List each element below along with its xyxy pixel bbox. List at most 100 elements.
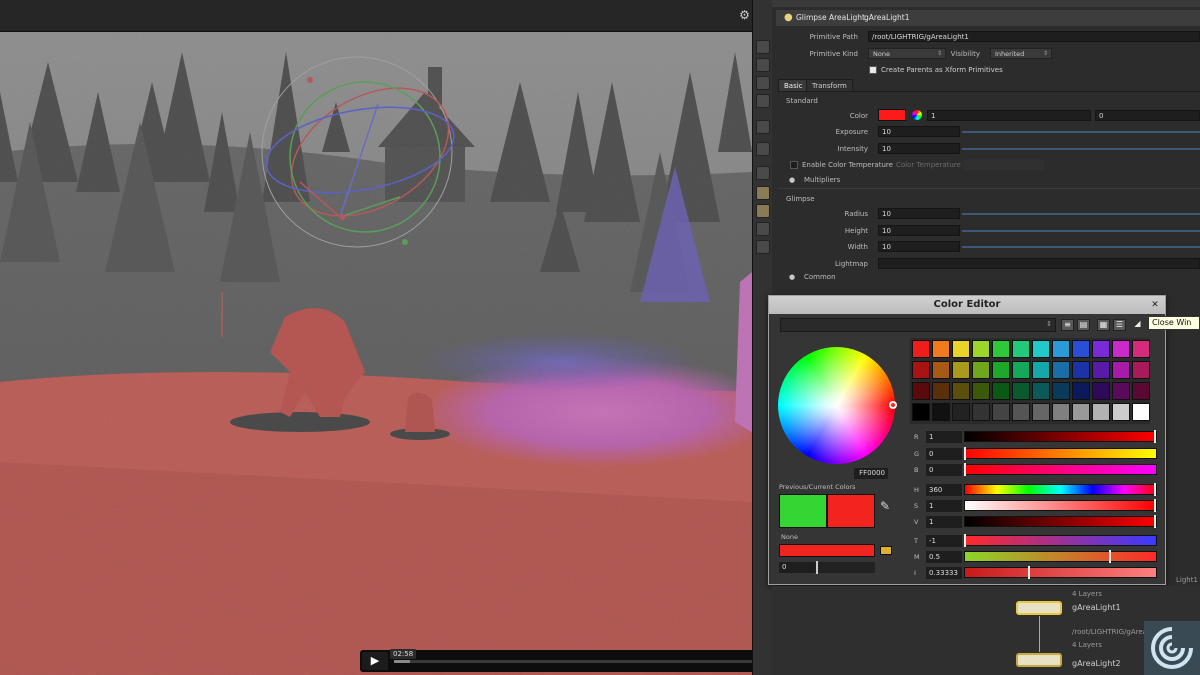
visibility-dropdown[interactable]: Inherited ⇕ (990, 48, 1052, 59)
palette-swatch[interactable] (952, 340, 970, 358)
height-slider[interactable] (962, 230, 1200, 232)
hex-field[interactable]: FF0000 (854, 468, 888, 479)
enable-temp-checkbox[interactable] (790, 161, 798, 169)
channel-slider-g[interactable] (964, 448, 1157, 459)
channel-field-s[interactable]: 1 (926, 500, 962, 512)
palette-select[interactable]: ⇕ (780, 318, 1056, 332)
color-wheel[interactable] (778, 347, 895, 464)
rendered-scene[interactable] (0, 32, 752, 675)
radius-slider[interactable] (962, 213, 1200, 215)
progress-track[interactable] (394, 660, 752, 663)
list-view-icon[interactable]: ≡ (1061, 319, 1074, 331)
bars-view-icon[interactable]: ☰ (1113, 319, 1126, 331)
height-field[interactable]: 10 (878, 225, 960, 236)
primitive-path-field[interactable]: /root/LIGHTRIG/gAreaLight1 (868, 31, 1200, 42)
palette-swatch[interactable] (1132, 361, 1150, 379)
exposure-field[interactable]: 10 (878, 126, 960, 137)
color-swatch[interactable] (878, 109, 906, 121)
palette-swatch[interactable] (1032, 340, 1050, 358)
palette-swatch[interactable] (992, 403, 1010, 421)
channel-field-h[interactable]: 360 (926, 484, 962, 496)
alpha-field[interactable]: 0 (779, 562, 815, 573)
palette-swatch[interactable] (1012, 340, 1030, 358)
palette-swatch[interactable] (992, 382, 1010, 400)
tab-transform[interactable]: Transform (806, 79, 853, 91)
expand-icon[interactable]: ● (789, 273, 795, 281)
color-editor-title[interactable]: Color Editor (769, 296, 1165, 314)
palette-swatch[interactable] (912, 361, 930, 379)
palette-swatch[interactable] (972, 361, 990, 379)
palette-swatch[interactable] (1092, 382, 1110, 400)
lightmap-field[interactable] (878, 258, 1200, 269)
tool-button[interactable] (756, 186, 770, 200)
color-r-field[interactable]: 1 (927, 110, 1091, 121)
primitive-kind-dropdown[interactable]: None ⇕ (868, 48, 946, 59)
palette-swatch[interactable] (1092, 340, 1110, 358)
eyedropper-icon[interactable]: ✎ (880, 499, 890, 513)
node-gAreaLight2[interactable] (1016, 653, 1062, 667)
triangle-icon[interactable]: ◢ (1131, 319, 1144, 331)
channel-knob-r[interactable] (1154, 430, 1156, 443)
channel-slider-s[interactable] (964, 500, 1157, 511)
palette-swatch[interactable] (952, 403, 970, 421)
tool-button[interactable] (756, 58, 770, 72)
palette-swatch[interactable] (1032, 361, 1050, 379)
multipliers-label[interactable]: Multipliers (804, 176, 840, 184)
channel-slider-r[interactable] (964, 431, 1157, 442)
create-parents-checkbox[interactable] (869, 66, 877, 74)
channel-field-r[interactable]: 1 (926, 431, 962, 443)
palette-swatch[interactable] (1072, 382, 1090, 400)
channel-slider-h[interactable] (964, 484, 1157, 495)
tool-button[interactable] (756, 76, 770, 90)
channel-field-t[interactable]: -1 (926, 535, 962, 547)
node-gAreaLight1[interactable] (1016, 601, 1062, 615)
palette-swatch[interactable] (1092, 403, 1110, 421)
tool-button[interactable] (756, 204, 770, 218)
current-color-swatch[interactable] (827, 494, 875, 528)
tool-button[interactable] (756, 166, 770, 180)
palette-swatch[interactable] (1112, 382, 1130, 400)
tool-button[interactable] (756, 40, 770, 54)
expand-icon[interactable]: ● (789, 176, 795, 184)
channel-knob-g[interactable] (964, 447, 966, 460)
play-icon[interactable]: ▶ (362, 652, 388, 670)
channel-knob-i[interactable] (1027, 566, 1030, 579)
grid-view-icon[interactable]: ▦ (1097, 319, 1110, 331)
palette-swatch[interactable] (1052, 382, 1070, 400)
palette-swatch[interactable] (1052, 361, 1070, 379)
swatch-store-icon[interactable] (880, 546, 892, 555)
palette-swatch[interactable] (1072, 403, 1090, 421)
channel-field-b[interactable]: 0 (926, 464, 962, 476)
channel-slider-v[interactable] (964, 516, 1157, 527)
tool-button[interactable] (756, 240, 770, 254)
channel-field-i[interactable]: 0.33333 (926, 567, 962, 579)
channel-knob-b[interactable] (964, 463, 966, 476)
video-player-bar[interactable]: ▶ 02:58 ▮ ▣ ✲ ✕ (360, 649, 752, 672)
palette-swatch[interactable] (1052, 403, 1070, 421)
channel-knob-h[interactable] (1154, 483, 1156, 496)
palette-swatch[interactable] (1092, 361, 1110, 379)
color-wheel-icon[interactable] (912, 110, 922, 120)
palette-swatch[interactable] (932, 361, 950, 379)
network-view[interactable]: 4 Layers gAreaLight1 /root/LIGHTRIG/gAre… (772, 576, 1200, 675)
common-label[interactable]: Common (804, 273, 836, 281)
palette-swatch[interactable] (1052, 340, 1070, 358)
palette-swatch[interactable] (1012, 361, 1030, 379)
scene-viewport[interactable]: ⚙ ? (0, 0, 752, 675)
width-slider[interactable] (962, 246, 1200, 248)
palette-swatch[interactable] (932, 340, 950, 358)
swatch-add-icon[interactable]: ▤ (1077, 319, 1090, 331)
palette-swatch[interactable] (912, 382, 930, 400)
tool-button[interactable] (756, 142, 770, 156)
palette-swatch[interactable] (1072, 340, 1090, 358)
previous-color-swatch[interactable] (779, 494, 827, 528)
tab-basic[interactable]: Basic (778, 79, 809, 91)
radius-field[interactable]: 10 (878, 208, 960, 219)
palette-swatch[interactable] (1012, 403, 1030, 421)
palette-swatch[interactable] (972, 382, 990, 400)
palette-swatch[interactable] (1132, 382, 1150, 400)
tool-button[interactable] (756, 94, 770, 108)
palette-swatch[interactable] (932, 403, 950, 421)
color-g-field[interactable]: 0 (1095, 110, 1200, 121)
palette-swatch[interactable] (1112, 340, 1130, 358)
